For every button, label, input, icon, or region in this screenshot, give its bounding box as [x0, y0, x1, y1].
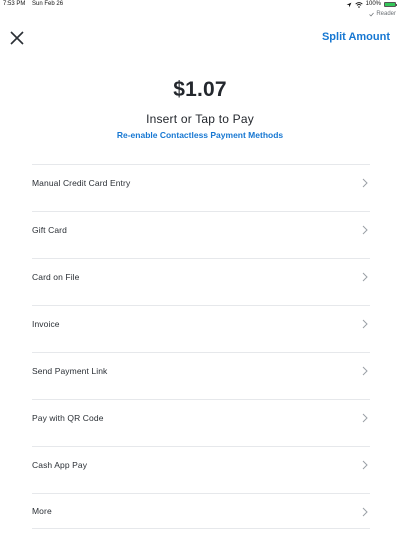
method-pay-with-qr-code[interactable]: Pay with QR Code	[32, 399, 370, 435]
status-time: 7:53 PM	[3, 1, 26, 7]
method-label: More	[32, 506, 52, 516]
chevron-right-icon	[362, 460, 368, 470]
check-icon	[369, 12, 375, 17]
chevron-right-icon	[362, 319, 368, 329]
status-left: 7:53 PM Sun Feb 26	[3, 0, 63, 9]
close-button[interactable]	[8, 29, 26, 47]
reader-label: Reader	[376, 11, 396, 17]
method-gift-card[interactable]: Gift Card	[32, 211, 370, 247]
amount-due: $1.07	[173, 78, 227, 101]
method-label: Gift Card	[32, 224, 67, 235]
close-icon	[10, 31, 24, 45]
method-manual-card-entry[interactable]: Manual Credit Card Entry	[32, 164, 370, 200]
method-label: Pay with QR Code	[32, 412, 104, 423]
battery-fill	[385, 3, 395, 6]
payment-method-list: Manual Credit Card Entry Gift Card Card …	[32, 164, 370, 529]
chevron-right-icon	[362, 178, 368, 188]
reenable-contactless-link[interactable]: Re-enable Contactless Payment Methods	[0, 130, 400, 140]
chevron-right-icon	[362, 507, 368, 517]
method-label: Cash App Pay	[32, 459, 88, 470]
split-amount-button[interactable]: Split Amount	[322, 31, 390, 43]
chevron-right-icon	[362, 225, 368, 235]
battery-percent: 100%	[365, 1, 381, 7]
method-label: Card on File	[32, 271, 80, 282]
method-label: Manual Credit Card Entry	[32, 177, 131, 188]
chevron-right-icon	[362, 413, 368, 423]
chevron-right-icon	[362, 272, 368, 282]
method-label: Invoice	[32, 318, 60, 329]
status-bar: 7:53 PM Sun Feb 26 100% Reader	[0, 0, 400, 17]
status-right: 100%	[346, 0, 397, 9]
method-send-payment-link[interactable]: Send Payment Link	[32, 352, 370, 388]
method-label: Send Payment Link	[32, 365, 108, 376]
status-date: Sun Feb 26	[32, 1, 64, 7]
method-more[interactable]: More	[32, 493, 370, 529]
method-cash-app-pay[interactable]: Cash App Pay	[32, 446, 370, 482]
battery-icon	[384, 2, 397, 7]
payment-prompt: Insert or Tap to Pay	[146, 112, 254, 126]
location-icon	[346, 2, 352, 7]
checkout-screen: 7:53 PM Sun Feb 26 100% Reader Split Amo…	[0, 0, 400, 533]
wifi-icon	[355, 1, 363, 8]
method-invoice[interactable]: Invoice	[32, 305, 370, 341]
reader-status: Reader	[369, 10, 396, 19]
method-card-on-file[interactable]: Card on File	[32, 258, 370, 294]
chevron-right-icon	[362, 366, 368, 376]
